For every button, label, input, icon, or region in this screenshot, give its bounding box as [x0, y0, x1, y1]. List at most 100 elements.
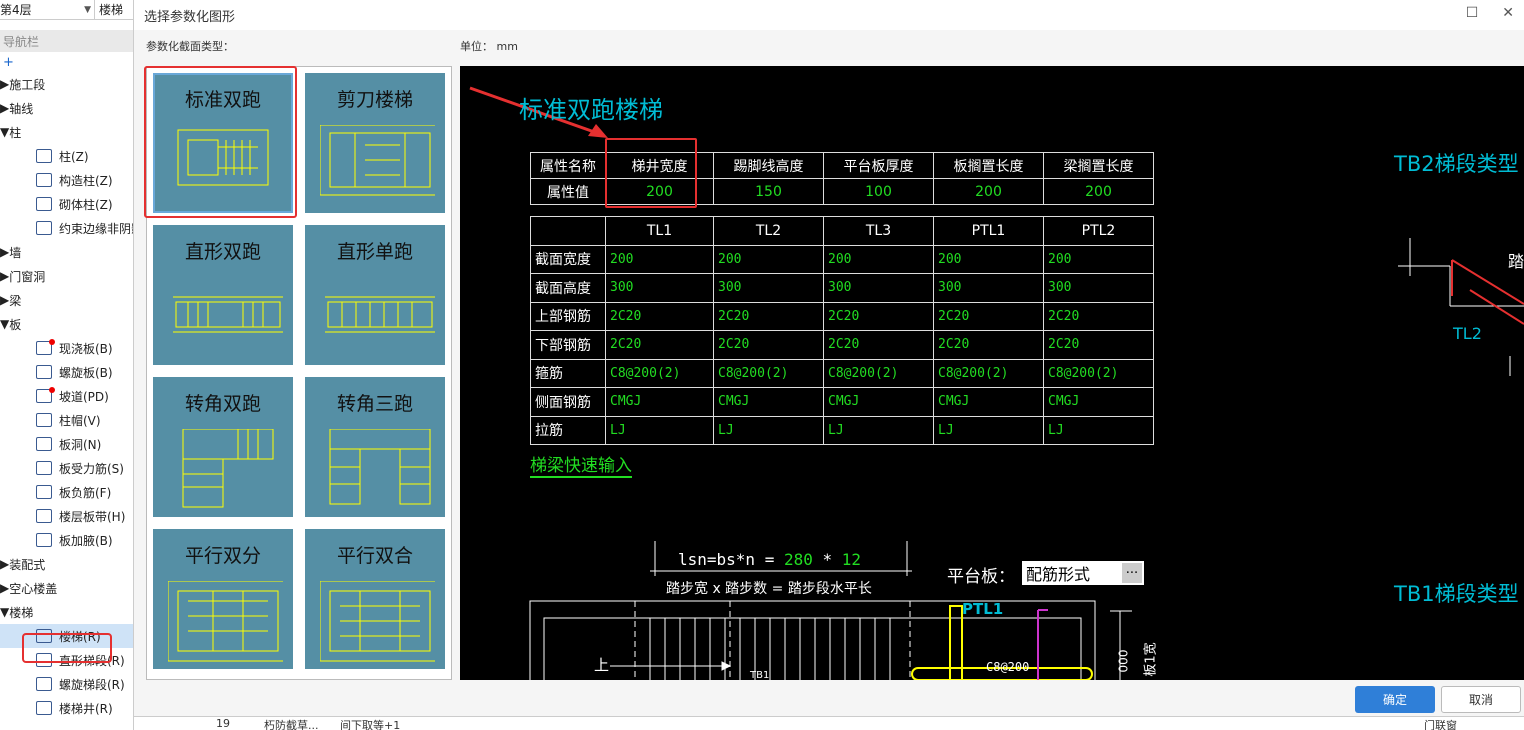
add-icon[interactable]: + — [0, 52, 133, 72]
beam-column-header: PTL1 — [933, 216, 1044, 246]
bg-row-number: 19 — [216, 717, 230, 730]
caret-down-icon[interactable]: ▼ — [0, 125, 9, 139]
caret-right-icon[interactable]: ▶ — [0, 101, 9, 115]
stair-type-thumbnail[interactable]: 剪刀楼梯 — [305, 73, 445, 213]
nav-group[interactable]: ▶ 门窗洞 — [0, 264, 133, 288]
stair-type-thumbnail[interactable]: 平行双合 — [305, 529, 445, 669]
stair-type-thumbnail[interactable]: 直形双跑 — [153, 225, 293, 365]
nav-item[interactable]: 螺旋梯段(R) — [0, 672, 133, 696]
beam-value-cell[interactable]: 2C20 — [823, 301, 934, 331]
more-icon[interactable]: ··· — [1122, 563, 1142, 583]
platform-rebar-field[interactable]: 配筋形式 ··· — [1022, 561, 1144, 585]
beam-value-cell[interactable]: 200 — [823, 244, 934, 274]
attr-value-cell[interactable]: 100 — [823, 178, 934, 205]
nav-item[interactable]: 板洞(N) — [0, 432, 133, 456]
beam-value-cell[interactable]: C8@200(2) — [823, 358, 934, 388]
nav-group[interactable]: ▶ 施工段 — [0, 72, 133, 96]
cancel-button[interactable]: 取消 — [1441, 686, 1521, 713]
beam-value-cell[interactable]: 2C20 — [713, 301, 824, 331]
nav-item[interactable]: 柱(Z) — [0, 144, 133, 168]
beam-value-cell[interactable]: 2C20 — [1043, 330, 1154, 360]
close-icon[interactable]: ✕ — [1502, 5, 1514, 21]
stair-type-thumbnail[interactable]: 平行双分 — [153, 529, 293, 669]
beam-value-cell[interactable]: 2C20 — [823, 330, 934, 360]
nav-group[interactable]: ▶ 空心楼盖 — [0, 576, 133, 600]
beam-value-cell[interactable]: 2C20 — [1043, 301, 1154, 331]
beam-value-cell[interactable]: 2C20 — [933, 330, 1044, 360]
thumbnail-diagram — [173, 296, 283, 333]
formula-n[interactable]: 12 — [842, 550, 861, 569]
beam-value-cell[interactable]: 300 — [823, 273, 934, 303]
beam-value-cell[interactable]: LJ — [1043, 415, 1154, 445]
nav-group[interactable]: ▼ 楼梯 — [0, 600, 133, 624]
floor-select[interactable]: 第4层 ▼ — [0, 0, 95, 19]
nav-group[interactable]: ▶ 梁 — [0, 288, 133, 312]
nav-item[interactable]: 约束边缘非阴影 — [0, 216, 133, 240]
nav-item[interactable]: 现浇板(B) — [0, 336, 133, 360]
attr-value-cell[interactable]: 150 — [713, 178, 824, 205]
nav-item[interactable]: 坡道(PD) — [0, 384, 133, 408]
caret-right-icon[interactable]: ▶ — [0, 245, 9, 259]
nav-item[interactable]: 楼梯井(R) — [0, 696, 133, 720]
nav-item[interactable]: 螺旋板(B) — [0, 360, 133, 384]
nav-item[interactable]: 板负筋(F) — [0, 480, 133, 504]
beam-value-cell[interactable]: CMGJ — [605, 387, 714, 417]
beam-value-cell[interactable]: CMGJ — [823, 387, 934, 417]
beam-value-cell[interactable]: C8@200(2) — [605, 358, 714, 388]
nav-group[interactable]: ▼ 板 — [0, 312, 133, 336]
beam-value-cell[interactable]: LJ — [713, 415, 824, 445]
beam-value-cell[interactable]: CMGJ — [713, 387, 824, 417]
nav-item[interactable]: 板加腋(B) — [0, 528, 133, 552]
caret-right-icon[interactable]: ▶ — [0, 293, 9, 307]
beam-value-cell[interactable]: LJ — [933, 415, 1044, 445]
nav-group[interactable]: ▼ 柱 — [0, 120, 133, 144]
beam-value-cell[interactable]: 2C20 — [933, 301, 1044, 331]
beam-value-cell[interactable]: 300 — [605, 273, 714, 303]
attr-value-cell[interactable]: 200 — [933, 178, 1044, 205]
beam-value-cell[interactable]: CMGJ — [933, 387, 1044, 417]
beam-value-cell[interactable]: C8@200(2) — [933, 358, 1044, 388]
nav-item[interactable]: 楼层板带(H) — [0, 504, 133, 528]
beam-value-cell[interactable]: 200 — [713, 244, 824, 274]
beam-value-cell[interactable]: C8@200(2) — [1043, 358, 1154, 388]
nav-group[interactable]: ▶ 轴线 — [0, 96, 133, 120]
caret-right-icon[interactable]: ▶ — [0, 581, 9, 595]
beam-value-cell[interactable]: C8@200(2) — [713, 358, 824, 388]
formula-bs[interactable]: 280 — [784, 550, 813, 569]
caret-right-icon[interactable]: ▶ — [0, 77, 9, 91]
caret-right-icon[interactable]: ▶ — [0, 269, 9, 283]
nav-group[interactable]: ▶ 墙 — [0, 240, 133, 264]
type-select[interactable]: 楼梯 — [95, 0, 133, 19]
beam-value-cell[interactable]: 200 — [933, 244, 1044, 274]
beam-value-cell[interactable]: LJ — [605, 415, 714, 445]
beam-value-cell[interactable]: 200 — [1043, 244, 1154, 274]
nav-item[interactable]: 板受力筋(S) — [0, 456, 133, 480]
beam-value-cell[interactable]: CMGJ — [1043, 387, 1154, 417]
beam-value-cell[interactable]: 300 — [1043, 273, 1154, 303]
nav-item[interactable]: 柱帽(V) — [0, 408, 133, 432]
beam-value-cell[interactable]: 2C20 — [713, 330, 824, 360]
nav-item[interactable]: 砌体柱(Z) — [0, 192, 133, 216]
formula-description: 踏步宽 x 踏步数 = 踏步段水平长 — [666, 581, 872, 597]
caret-right-icon[interactable]: ▶ — [0, 557, 9, 571]
beam-value-cell[interactable]: 200 — [605, 244, 714, 274]
quick-input-link[interactable]: 梯梁快速输入 — [530, 456, 632, 478]
maximize-icon[interactable]: ☐ — [1466, 5, 1479, 21]
beam-value-cell[interactable]: 2C20 — [605, 301, 714, 331]
caret-down-icon[interactable]: ▼ — [0, 605, 9, 619]
beam-value-cell[interactable]: 300 — [933, 273, 1044, 303]
nav-group[interactable]: ▶ 装配式 — [0, 552, 133, 576]
attr-value-cell[interactable]: 200 — [1043, 178, 1154, 205]
ok-button[interactable]: 确定 — [1355, 686, 1435, 713]
stair-type-thumbnail[interactable]: 转角三跑 — [305, 377, 445, 517]
stair-type-thumbnail[interactable]: 直形单跑 — [305, 225, 445, 365]
thumbnail-diagram — [325, 296, 435, 333]
stair-type-thumbnail[interactable]: 转角双跑 — [153, 377, 293, 517]
nav-item[interactable]: 构造柱(Z) — [0, 168, 133, 192]
nav-label: 螺旋梯段(R) — [59, 677, 125, 692]
beam-value-cell[interactable]: LJ — [823, 415, 934, 445]
platform-value: 配筋形式 — [1026, 565, 1091, 584]
beam-value-cell[interactable]: 300 — [713, 273, 824, 303]
beam-value-cell[interactable]: 2C20 — [605, 330, 714, 360]
caret-down-icon[interactable]: ▼ — [0, 317, 9, 331]
